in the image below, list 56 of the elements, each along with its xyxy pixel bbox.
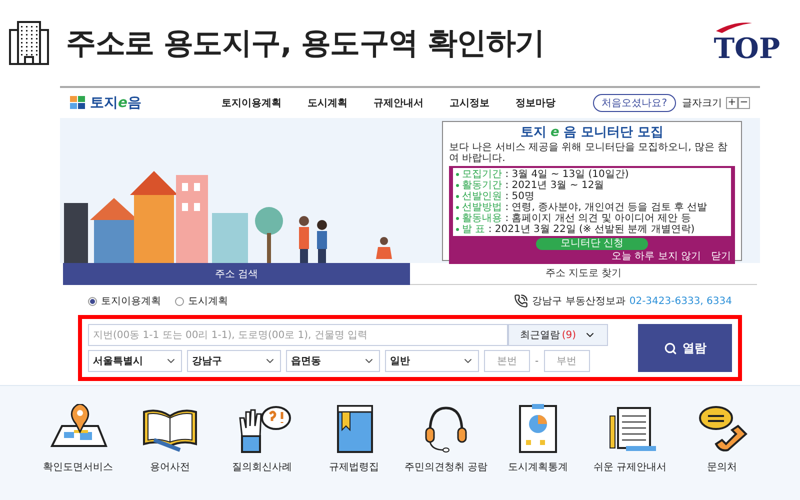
nav-link[interactable]: 고시정보 (450, 96, 490, 110)
nav-link[interactable]: 도시계획 (308, 96, 348, 110)
recruitment-detail: 발 표 : 2021년 3월 22일 (※ 선발된 분께 개별연락) (462, 224, 695, 235)
radio-button[interactable] (88, 296, 97, 306)
service-link[interactable]: 주민의견청취 공람 (403, 404, 489, 500)
recruitment-detail: 선발방법 : 연령, 종사분야, 개인여건 등을 검토 후 선발 (462, 202, 708, 213)
bullet-icon (456, 184, 459, 187)
view-button[interactable]: 열람 (638, 324, 732, 372)
region-select[interactable]: 강남구 (187, 350, 281, 372)
first-visit-button[interactable]: 처음오셨나요? (592, 94, 676, 112)
nav-link[interactable]: 토지이용계획 (222, 96, 282, 110)
contact-label: 강남구 부동산정보과 (532, 294, 626, 308)
recent-views-dropdown[interactable]: 최근열람 (9) (508, 324, 608, 346)
service-link[interactable]: 확인도면서비스 (35, 404, 121, 500)
sub-number-field[interactable]: 부번 (544, 350, 590, 372)
popup-intro: 보다 나은 서비스 제공을 위해 모니터단을 모집하오니, 많은 참여 바랍니다. (449, 142, 729, 164)
search-icon (664, 342, 676, 354)
service-link[interactable]: 쉬운 규제안내서 (587, 404, 673, 500)
nav-link[interactable]: 규제안내서 (374, 96, 424, 110)
radio-label: 토지이용계획 (101, 294, 161, 308)
page-title: 주소로 용도지구, 용도구역 확인하기 (66, 24, 544, 62)
service-link[interactable]: 용어사전 (127, 404, 213, 500)
bullet-icon (456, 228, 459, 231)
radio-button[interactable] (175, 296, 184, 306)
search-tab[interactable]: 주소 검색 (63, 263, 410, 285)
bullet-icon (456, 206, 459, 209)
building-icon (8, 20, 50, 66)
logo-mark-icon (70, 96, 86, 110)
font-decrease-button[interactable]: − (738, 97, 750, 109)
recruitment-detail: 활동기간 : 2021년 3월 ~ 12월 (462, 180, 604, 191)
site-logo[interactable]: 토지e음 (90, 92, 142, 114)
service-link[interactable]: 도시계획통계 (495, 404, 581, 500)
address-search-field[interactable]: 지번(00동 1-1 또는 00리 1-1), 도로명(00로 1), 건물명 입력 (88, 324, 508, 346)
nav-link[interactable]: 정보마당 (516, 96, 556, 110)
service-link[interactable]: 규제법령집 (311, 404, 397, 500)
region-select[interactable]: 읍면동 (286, 350, 380, 372)
region-select[interactable]: 서울특별시 (88, 350, 182, 372)
service-link[interactable]: 질의회신사례 (219, 404, 305, 500)
phone-icon (514, 294, 528, 308)
top-logo: TOP (714, 23, 780, 63)
service-link[interactable]: 문의처 (679, 404, 765, 500)
close-link[interactable]: 닫기 (711, 251, 731, 262)
bullet-icon (456, 173, 459, 176)
popup-title: 토지 e 음 모니터단 모집 (520, 125, 664, 140)
font-increase-button[interactable]: + (726, 97, 738, 109)
recruitment-detail: 활동내용 : 홈페이지 개선 의견 및 아이디어 제안 등 (462, 213, 691, 224)
font-size-label: 글자크기 (682, 96, 722, 110)
hide-today-link[interactable]: 오늘 하루 보지 않기 (611, 251, 701, 262)
region-select[interactable]: 일반 (385, 350, 479, 372)
bullet-icon (456, 195, 459, 198)
separator: - (535, 354, 539, 368)
main-number-field[interactable]: 본번 (484, 350, 530, 372)
radio-label: 도시계획 (188, 294, 228, 308)
recruitment-detail: 선발인원 : 50명 (462, 191, 534, 202)
bullet-icon (456, 217, 459, 220)
recruitment-detail: 모집기간 : 3월 4일 ~ 13일 (10일간) (462, 169, 629, 180)
